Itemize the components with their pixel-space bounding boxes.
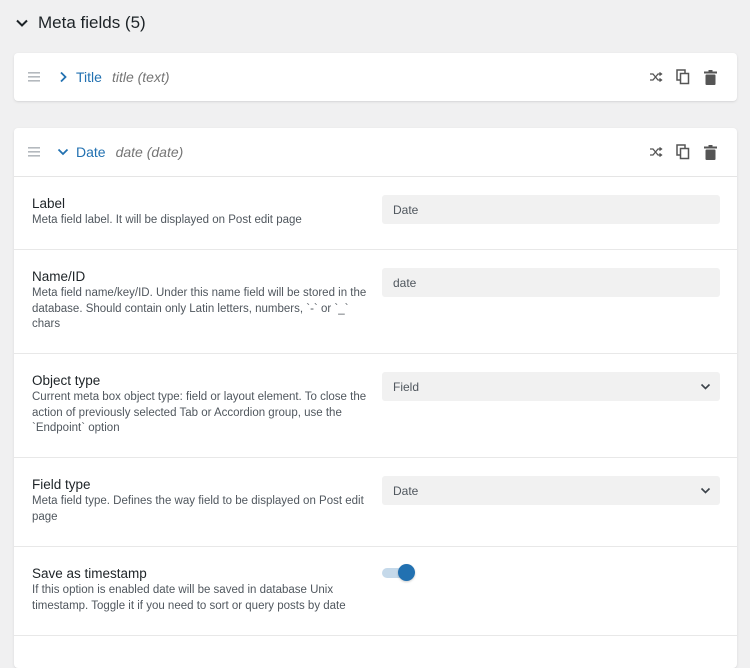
chevron-right-icon[interactable] <box>56 70 70 84</box>
chevron-down-icon <box>14 15 30 31</box>
setting-description: If this option is enabled date will be s… <box>32 584 346 612</box>
setting-title: Label <box>32 196 66 211</box>
copy-icon[interactable] <box>674 143 692 161</box>
setting-row-save-as-timestamp: Save as timestamp If this option is enab… <box>14 547 737 636</box>
setting-description: Meta field type. Defines the way field t… <box>32 495 364 523</box>
section-title: Meta fields (5) <box>38 13 146 32</box>
chevron-down-icon[interactable] <box>56 145 70 159</box>
field-name-link[interactable]: Date <box>76 144 106 160</box>
setting-row-name-id: Name/ID Meta field name/key/ID. Under th… <box>14 250 737 354</box>
setting-row-object-type: Object type Current meta box object type… <box>14 354 737 458</box>
setting-title: Field type <box>32 477 91 492</box>
meta-field-header[interactable]: Title title (text) <box>14 53 737 101</box>
select-value: Field <box>393 379 420 394</box>
meta-field-header[interactable]: Date date (date) <box>14 128 737 177</box>
meta-fields-section-toggle[interactable]: Meta fields (5) <box>14 10 146 36</box>
trash-icon[interactable] <box>701 68 719 86</box>
field-slug: date (date) <box>115 144 184 160</box>
save-as-timestamp-toggle[interactable] <box>382 564 416 582</box>
shuffle-icon[interactable] <box>647 68 665 86</box>
chevron-down-icon <box>699 380 712 393</box>
field-slug: title (text) <box>111 69 170 85</box>
setting-title: Name/ID <box>32 269 86 284</box>
setting-title: Save as timestamp <box>32 566 147 581</box>
drag-handle-icon[interactable] <box>28 71 42 83</box>
trash-icon[interactable] <box>701 143 719 161</box>
meta-field-card-date: Date date (date) Label Meta field label.… <box>14 128 737 668</box>
select-value: Date <box>393 483 419 498</box>
setting-description: Meta field label. It will be displayed o… <box>32 214 302 226</box>
setting-row-field-type: Field type Meta field type. Defines the … <box>14 458 737 547</box>
shuffle-icon[interactable] <box>647 143 665 161</box>
toggle-knob <box>398 564 415 581</box>
field-type-select[interactable]: Date <box>382 476 720 505</box>
name-id-input[interactable]: date <box>382 268 720 297</box>
field-name-link[interactable]: Title <box>76 69 102 85</box>
copy-icon[interactable] <box>674 68 692 86</box>
setting-description: Meta field name/key/ID. Under this name … <box>32 287 367 330</box>
setting-title: Object type <box>32 373 101 388</box>
setting-row-label: Label Meta field label. It will be displ… <box>14 177 737 250</box>
setting-description: Current meta box object type: field or l… <box>32 391 367 434</box>
object-type-select[interactable]: Field <box>382 372 720 401</box>
meta-field-card-title: Title title (text) <box>14 53 737 101</box>
drag-handle-icon[interactable] <box>28 146 42 158</box>
chevron-down-icon <box>699 484 712 497</box>
label-input[interactable]: Date <box>382 195 720 224</box>
